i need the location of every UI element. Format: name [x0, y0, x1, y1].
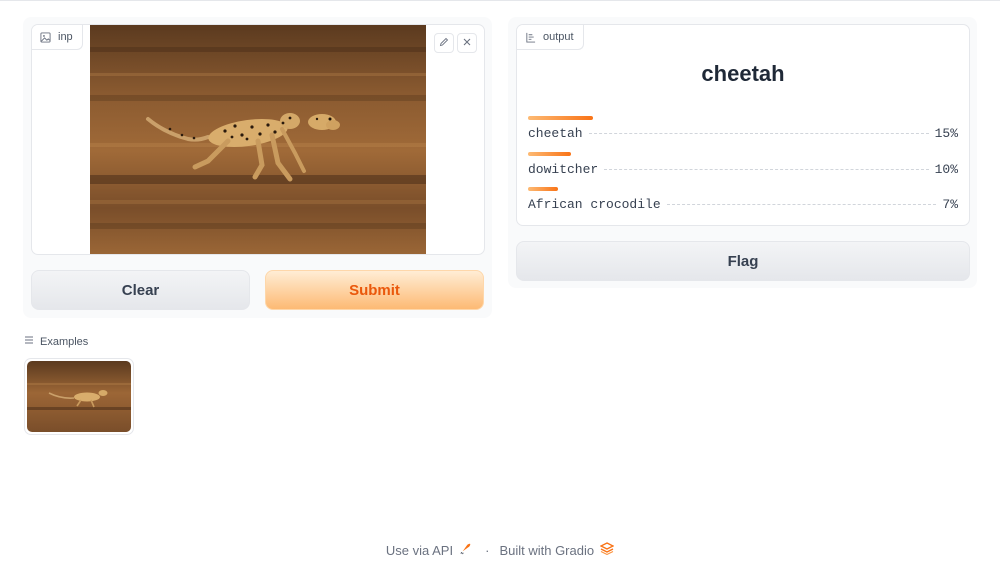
confidence-value: 15% [934, 126, 958, 141]
edit-button[interactable] [434, 33, 454, 53]
examples-header: Examples [24, 335, 88, 348]
confidence-bar [528, 116, 593, 120]
example-thumbnail[interactable] [24, 358, 134, 435]
input-label-tab: inp [32, 25, 83, 50]
predicted-label: cheetah [701, 61, 785, 86]
footer: Use via API · Built with Gradio [0, 542, 1000, 558]
list-icon [24, 335, 34, 348]
cheetah-image [90, 25, 426, 254]
dotted-leader [604, 169, 929, 170]
confidence-label: cheetah [528, 126, 583, 141]
label-output: output cheetah cheetah 15% dowitcher 10%… [516, 24, 970, 226]
flag-button[interactable]: Flag [516, 241, 970, 281]
input-label: inp [58, 31, 73, 43]
use-via-api-link[interactable]: Use via API [386, 543, 453, 558]
confidence-bar [528, 187, 558, 191]
image-input[interactable]: inp [31, 24, 485, 255]
output-label-tab: output [517, 25, 584, 50]
clear-button[interactable]: Clear [31, 270, 250, 310]
clear-image-button[interactable] [457, 33, 477, 53]
edit-icon [439, 34, 449, 52]
submit-button[interactable]: Submit [265, 270, 484, 310]
confidence-value: 7% [942, 197, 958, 212]
built-with-gradio-link[interactable]: Built with Gradio [499, 543, 594, 558]
example-cheetah-image [27, 361, 131, 432]
confidence-row: cheetah 15% [528, 116, 958, 146]
dotted-leader [588, 133, 929, 134]
close-icon [462, 34, 472, 52]
confidence-value: 10% [934, 162, 958, 177]
footer-separator: · [485, 542, 490, 558]
confidence-row: African crocodile 7% [528, 187, 958, 217]
confidence-label: dowitcher [528, 162, 599, 177]
gradio-logo-icon [594, 542, 615, 558]
confidence-label: African crocodile [528, 197, 661, 212]
label-icon [525, 32, 536, 43]
top-divider [0, 0, 1000, 1]
dotted-leader [666, 204, 937, 205]
confidence-row: dowitcher 10% [528, 152, 958, 182]
rocket-icon [453, 542, 472, 558]
examples-label: Examples [40, 335, 89, 348]
output-label: output [543, 31, 574, 43]
confidence-bar [528, 152, 571, 156]
image-icon [40, 31, 51, 43]
